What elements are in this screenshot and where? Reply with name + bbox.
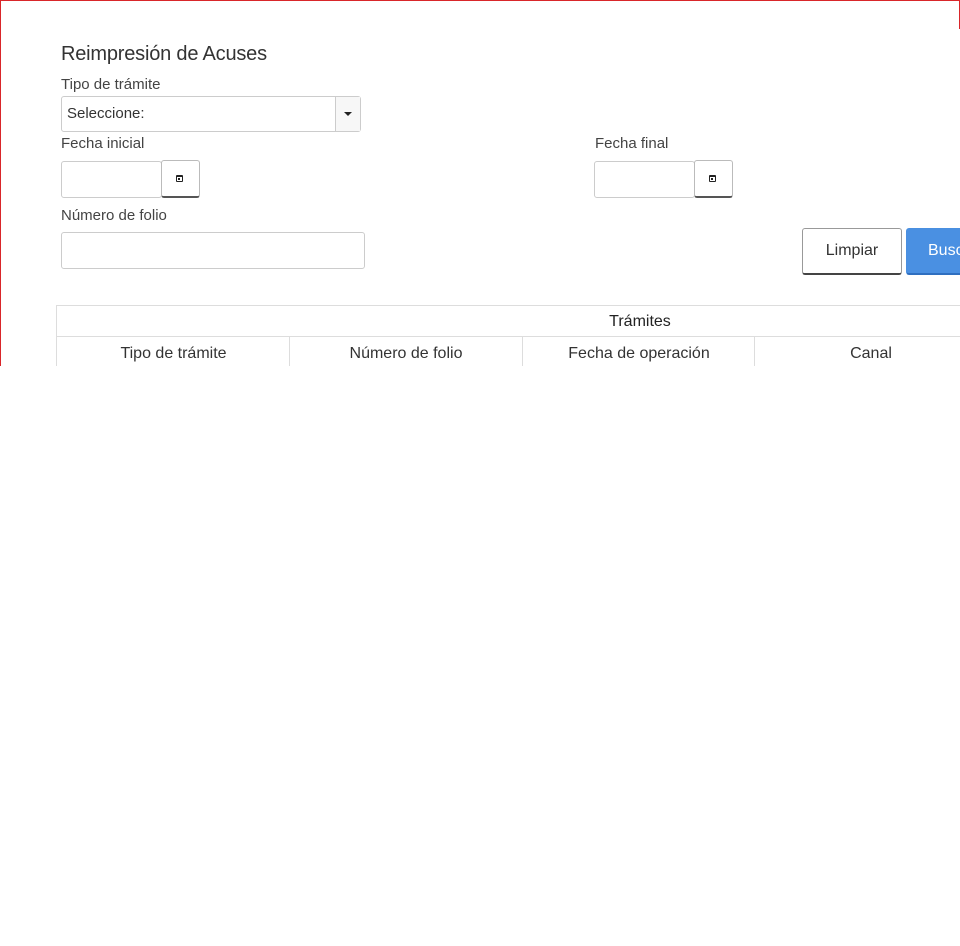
tipo-tramite-select[interactable]: Seleccione: [61,96,361,132]
page-title: Reimpresión de Acuses [61,43,267,65]
fecha-inicial-label: Fecha inicial [61,135,145,152]
content-frame: Reimpresión de Acuses Tipo de trámite Se… [0,0,960,366]
column-header-numero-folio: Número de folio [289,337,522,366]
numero-folio-label: Número de folio [61,207,167,224]
search-button[interactable]: Buscar [906,228,960,275]
fecha-inicial-calendar-button[interactable] [161,160,200,198]
table-caption-row: Trámites [56,305,960,337]
tramites-table: Trámites Tipo de trámite Número de folio… [56,305,960,366]
clear-button[interactable]: Limpiar [802,228,902,275]
select-dropdown-toggle[interactable] [335,97,360,131]
chevron-down-icon [344,112,352,116]
fecha-final-label: Fecha final [595,135,669,152]
column-header-canal: Canal [754,337,960,366]
fecha-final-input[interactable] [594,161,695,198]
table-header-row: Tipo de trámite Número de folio Fecha de… [56,336,960,366]
column-header-fecha-operacion: Fecha de operación [522,337,755,366]
table-caption: Trámites [609,313,671,330]
fecha-final-calendar-button[interactable] [694,160,733,198]
calendar-icon [709,175,716,182]
tipo-tramite-label: Tipo de trámite [61,76,161,93]
numero-folio-input[interactable] [61,232,365,269]
calendar-icon [176,175,183,182]
column-header-tipo-tramite: Tipo de trámite [56,337,290,366]
tipo-tramite-selected-value: Seleccione: [67,105,145,122]
fecha-inicial-input[interactable] [61,161,162,198]
